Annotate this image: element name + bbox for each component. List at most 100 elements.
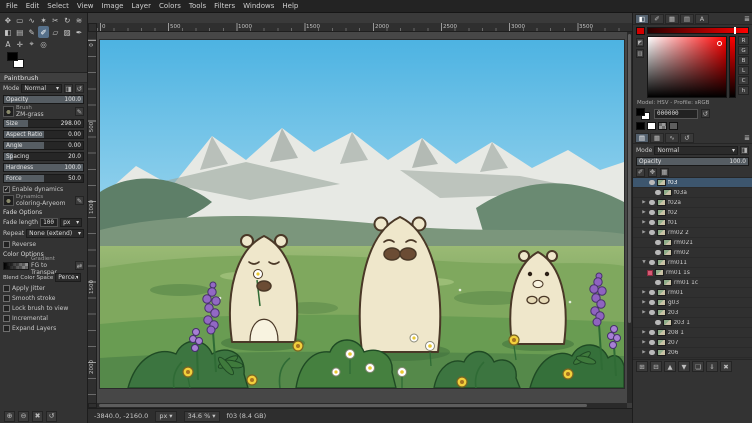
expander-icon[interactable]: ▶	[641, 300, 647, 305]
layer-row[interactable]: ▶ z03	[633, 308, 752, 318]
menu-view[interactable]: View	[77, 2, 94, 10]
eraser-tool-icon[interactable]: ▱	[49, 26, 61, 38]
fuzzy-select-tool-icon[interactable]: ✶	[38, 14, 50, 26]
lock-alpha-icon[interactable]: ▦	[660, 168, 669, 177]
dock-menu-icon[interactable]: ≣	[744, 15, 750, 23]
history-swatch[interactable]	[658, 122, 667, 130]
hardness-slider[interactable]: Hardness 100.0	[3, 163, 84, 172]
hue-strip[interactable]	[729, 36, 736, 98]
aspect-ratio-slider[interactable]: Aspect Ratio 0.00	[3, 130, 84, 139]
tab-layers[interactable]: ▤	[635, 133, 649, 143]
channel-c-button[interactable]: C	[738, 76, 749, 85]
layer-row[interactable]: ▶ rm01	[633, 288, 752, 298]
menu-image[interactable]: Image	[102, 2, 124, 10]
menu-colors[interactable]: Colors	[159, 2, 181, 10]
paintbrush-tool-icon[interactable]: ✐	[38, 26, 50, 38]
visibility-eye-icon[interactable]	[655, 280, 661, 285]
reset-options-icon[interactable]: ↺	[46, 411, 57, 422]
visibility-eye-icon[interactable]	[649, 310, 655, 315]
ruler-corner[interactable]	[88, 23, 97, 32]
new-group-button[interactable]: ⊟	[650, 361, 662, 372]
tab-gradients[interactable]: ▤	[680, 14, 694, 24]
fade-unit-dropdown[interactable]: px ▾	[60, 218, 82, 227]
expander-icon[interactable]: ▶	[641, 200, 647, 205]
history-swatch[interactable]	[647, 122, 656, 130]
opacity-slider[interactable]: Opacity 100.0	[3, 95, 84, 104]
layer-row[interactable]: z03 1	[633, 318, 752, 328]
layer-row[interactable]: ▶ f02	[633, 208, 752, 218]
crop-tool-icon[interactable]: ✂	[49, 14, 61, 26]
vertical-ruler[interactable]: 0 500 1000 1500 2000	[88, 32, 97, 403]
tab-brushes[interactable]: ✐	[650, 14, 664, 24]
paint-mode-dropdown[interactable]: Normal ▾	[21, 84, 62, 93]
apply-jitter-checkbox[interactable]	[3, 285, 10, 292]
expand-layers-checkbox[interactable]	[3, 325, 10, 332]
visibility-eye-icon[interactable]	[649, 220, 655, 225]
menu-help[interactable]: Help	[282, 2, 298, 10]
restore-preset-icon[interactable]: ⊖	[18, 411, 29, 422]
smooth-stroke-checkbox[interactable]	[3, 295, 10, 302]
layer-row[interactable]: rm02	[633, 248, 752, 258]
merge-down-button[interactable]: ⇓	[706, 361, 718, 372]
layer-row[interactable]: ▶ f02a	[633, 198, 752, 208]
incremental-checkbox[interactable]	[3, 315, 10, 322]
gradient-tool-icon[interactable]: ▤	[14, 26, 26, 38]
mode-reset-icon[interactable]: ↺	[75, 84, 84, 93]
menu-select[interactable]: Select	[47, 2, 69, 10]
rect-select-tool-icon[interactable]: ▭	[14, 14, 26, 26]
pencil-tool-icon[interactable]: ✎	[26, 26, 38, 38]
visibility-eye-icon[interactable]	[649, 290, 655, 295]
selector-tab-scales[interactable]: ▥	[636, 49, 644, 58]
menu-layer[interactable]: Layer	[131, 2, 151, 10]
measure-tool-icon[interactable]: ⌖	[26, 38, 38, 50]
spacing-slider[interactable]: Spacing 20.0	[3, 152, 84, 161]
color-tag-red[interactable]	[647, 270, 653, 276]
fade-length-input[interactable]	[40, 218, 58, 227]
delete-preset-icon[interactable]: ✖	[32, 411, 43, 422]
layer-row[interactable]: ▶ z07	[633, 338, 752, 348]
tab-history[interactable]: ↺	[680, 133, 694, 143]
foreground-color-swatch[interactable]	[636, 108, 645, 116]
free-select-tool-icon[interactable]: ∿	[26, 14, 38, 26]
layer-row[interactable]: ▼ rm011	[633, 258, 752, 268]
visibility-eye-icon[interactable]	[655, 190, 661, 195]
menu-edit[interactable]: Edit	[26, 2, 40, 10]
blend-space-dropdown[interactable]: Perce... ▾	[55, 273, 81, 282]
dynamics-name[interactable]: coloring-Aryeom	[16, 200, 73, 207]
expander-icon[interactable]: ▶	[641, 340, 647, 345]
brush-thumbnail[interactable]	[3, 106, 14, 117]
layer-row[interactable]: f03	[633, 178, 752, 188]
selector-tab-square[interactable]: ◩	[636, 38, 644, 47]
visibility-eye-icon[interactable]	[655, 240, 661, 245]
force-slider[interactable]: Force 50.0	[3, 174, 84, 183]
visibility-eye-icon[interactable]	[649, 260, 655, 265]
gradient-reverse-icon[interactable]: ⇄	[75, 261, 84, 270]
transform-tool-icon[interactable]: ↻	[61, 14, 73, 26]
horizontal-ruler[interactable]: 0 500 1000 1500 2000 2500 3000 3500	[97, 23, 632, 32]
color-picker-tool-icon[interactable]: ✛	[14, 38, 26, 50]
dock-menu-icon[interactable]: ≣	[744, 134, 750, 142]
tab-channels[interactable]: ▦	[650, 133, 664, 143]
visibility-eye-icon[interactable]	[649, 180, 655, 185]
layer-row[interactable]: rm01 1s	[633, 268, 752, 278]
expander-icon[interactable]: ▶	[641, 230, 647, 235]
layer-mode-switch-icon[interactable]: ◨	[740, 146, 749, 155]
expander-icon[interactable]: ▶	[641, 210, 647, 215]
channel-slider[interactable]	[647, 27, 749, 34]
bucket-fill-tool-icon[interactable]: ◧	[2, 26, 14, 38]
delete-layer-button[interactable]: ✖	[720, 361, 732, 372]
menu-tools[interactable]: Tools	[189, 2, 206, 10]
duplicate-layer-button[interactable]: ❏	[692, 361, 704, 372]
gradient-preview[interactable]	[3, 262, 29, 270]
size-slider[interactable]: Size 298.00	[3, 119, 84, 128]
visibility-eye-icon[interactable]	[655, 320, 661, 325]
move-tool-icon[interactable]: ✥	[2, 14, 14, 26]
color-reset-icon[interactable]: ↺	[701, 109, 710, 118]
visibility-eye-icon[interactable]	[649, 300, 655, 305]
lock-pixels-icon[interactable]: ✐	[636, 168, 645, 177]
dynamics-thumbnail[interactable]	[3, 195, 14, 206]
repeat-dropdown[interactable]: None (extend) ▾	[26, 229, 84, 238]
dynamics-edit-icon[interactable]: ✎	[75, 196, 84, 205]
raise-layer-button[interactable]: ▲	[664, 361, 676, 372]
layer-mode-dropdown[interactable]: Normal ▾	[654, 146, 738, 155]
